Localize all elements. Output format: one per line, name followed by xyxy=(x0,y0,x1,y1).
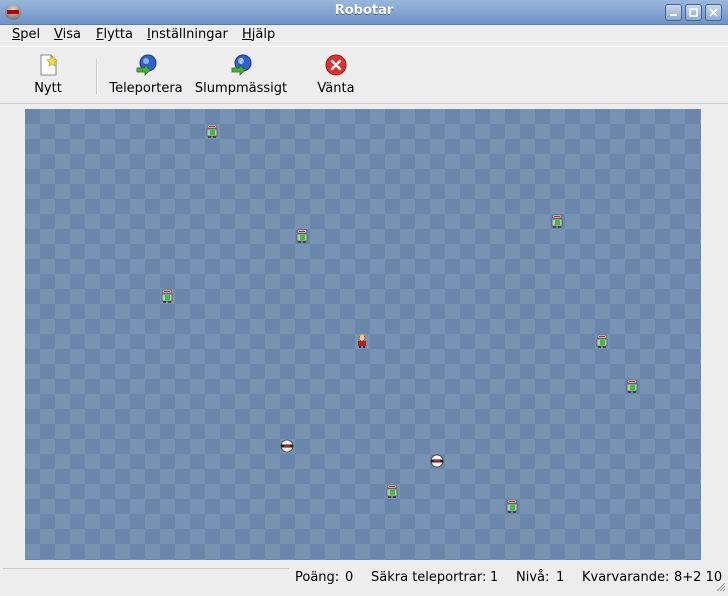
robot-sprite xyxy=(205,124,219,138)
robot-sprite xyxy=(295,229,309,243)
menu-visa[interactable]: Visa xyxy=(54,27,81,42)
safe-teleports-label: Säkra teleportrar: xyxy=(371,570,487,585)
menu-installningar[interactable]: Inställningar xyxy=(147,27,228,42)
player-sprite xyxy=(355,334,369,348)
new-game-button[interactable]: Nytt xyxy=(29,53,67,96)
random-teleport-icon: ? xyxy=(229,53,253,77)
status-bar: Poäng: 0 Säkra teleportrar: 1 Nivå: 1 Kv… xyxy=(0,566,728,593)
resize-grip-icon[interactable] xyxy=(716,581,726,592)
remaining-label: Kvarvarande: xyxy=(582,570,670,585)
robot-sprite xyxy=(625,379,639,393)
wait-label: Vänta xyxy=(317,81,355,96)
window-title: Robotar xyxy=(334,3,394,18)
status-message-area xyxy=(3,568,289,589)
robot-sprite xyxy=(550,214,564,228)
remaining-value: 8+2 10 xyxy=(674,570,723,585)
robot-sprite xyxy=(505,499,519,513)
level-label: Nivå: xyxy=(516,570,550,585)
svg-text:?: ? xyxy=(239,57,243,66)
maximize-button[interactable] xyxy=(685,4,702,21)
game-board-frame xyxy=(25,109,701,560)
title-bar[interactable]: Robotar xyxy=(0,0,728,25)
menu-hjalp[interactable]: Hjälp xyxy=(242,27,275,42)
stop-icon xyxy=(324,53,348,77)
toolbar: Nytt Teleportera ? Slumpmässigt Vänta xyxy=(0,46,728,104)
robot-sprite xyxy=(385,484,399,498)
close-icon xyxy=(709,8,718,17)
new-game-label: Nytt xyxy=(34,81,62,96)
new-document-icon xyxy=(36,53,60,77)
junk-heap-sprite xyxy=(280,439,294,453)
score-value: 0 xyxy=(345,570,354,585)
menu-bar: Spel Visa Flytta Inställningar Hjälp xyxy=(0,25,728,46)
teleport-icon xyxy=(134,53,158,77)
game-board[interactable] xyxy=(25,109,701,560)
junk-heap-sprite xyxy=(430,454,444,468)
level-value: 1 xyxy=(556,570,565,585)
random-teleport-label: Slumpmässigt xyxy=(194,81,288,96)
robot-sprite xyxy=(595,334,609,348)
teleport-label: Teleportera xyxy=(109,81,183,96)
maximize-icon xyxy=(689,8,698,17)
minimize-button[interactable] xyxy=(665,4,682,21)
minimize-icon xyxy=(670,14,677,16)
menu-spel[interactable]: Spel xyxy=(12,27,40,42)
random-teleport-button[interactable]: ? Slumpmässigt xyxy=(193,53,289,96)
wait-button[interactable]: Vänta xyxy=(316,53,356,96)
close-button[interactable] xyxy=(705,4,722,21)
score-label: Poäng: xyxy=(295,570,340,585)
menu-flytta[interactable]: Flytta xyxy=(96,27,133,42)
toolbar-separator xyxy=(96,59,98,95)
app-window: Robotar Spel Visa Flytta Inställningar H… xyxy=(0,0,728,593)
robot-sprite xyxy=(160,289,174,303)
safe-teleports-value: 1 xyxy=(490,570,499,585)
teleport-button[interactable]: Teleportera xyxy=(108,53,184,96)
